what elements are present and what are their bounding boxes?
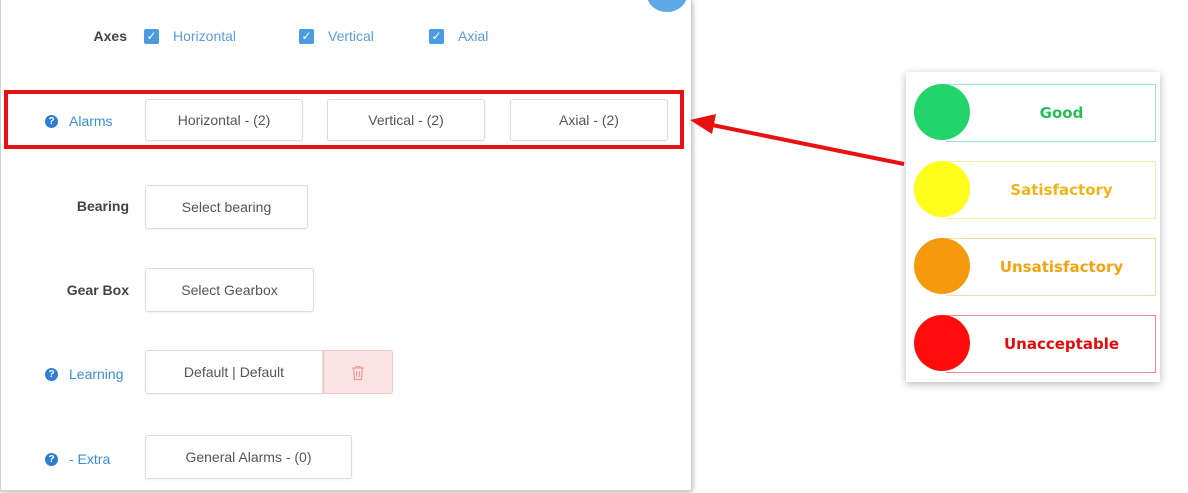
legend-good-circle: [914, 84, 970, 140]
learning-default-button[interactable]: Default | Default: [145, 350, 323, 394]
checkbox-vertical[interactable]: ✓: [299, 29, 314, 44]
bearing-label: Bearing: [76, 198, 129, 214]
axes-label: Axes: [93, 28, 127, 44]
checkbox-axial-label: Axial: [458, 28, 489, 44]
checkbox-horizontal[interactable]: ✓: [144, 29, 159, 44]
legend-unsatisfactory-circle: [914, 238, 970, 294]
gearbox-label: Gear Box: [66, 282, 129, 298]
legend-satisfactory-circle: [914, 161, 970, 217]
select-gearbox-button[interactable]: Select Gearbox: [145, 268, 314, 312]
legend-satisfactory-label: Satisfactory: [946, 161, 1156, 219]
trash-icon: [352, 365, 364, 381]
check-icon: ✓: [431, 29, 442, 43]
legend-unacceptable-label: Unacceptable: [946, 315, 1156, 373]
learning-label[interactable]: Learning: [69, 366, 124, 382]
check-icon: ✓: [146, 29, 157, 43]
legend-good-label: Good: [946, 84, 1156, 142]
checkbox-vertical-label: Vertical: [328, 28, 374, 44]
condition-legend: Good Satisfactory Unsatisfactory Unaccep…: [906, 72, 1160, 382]
legend-unacceptable-circle: [914, 315, 970, 371]
help-icon[interactable]: ?: [45, 453, 58, 466]
alarms-highlight-box: [4, 90, 684, 149]
select-bearing-button[interactable]: Select bearing: [145, 185, 308, 229]
check-icon: ✓: [301, 29, 312, 43]
blue-circle-decoration: [647, 0, 687, 12]
general-alarms-button[interactable]: General Alarms - (0): [145, 435, 352, 479]
settings-panel: Axes ✓ Horizontal ✓ Vertical ✓ Axial ? A…: [0, 0, 692, 491]
checkbox-horizontal-label: Horizontal: [173, 28, 237, 44]
red-arrow-icon: [690, 114, 905, 166]
help-icon[interactable]: ?: [45, 368, 58, 381]
legend-unsatisfactory-label: Unsatisfactory: [946, 238, 1156, 296]
delete-learning-button[interactable]: [323, 350, 393, 394]
extra-label[interactable]: - Extra: [69, 451, 110, 467]
checkbox-axial[interactable]: ✓: [429, 29, 444, 44]
